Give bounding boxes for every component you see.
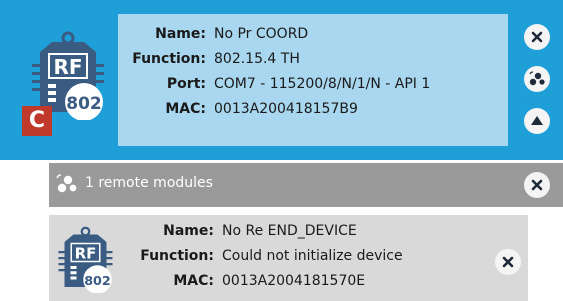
close-icon (502, 256, 514, 268)
field-key: Name: (155, 26, 206, 42)
remote-module-fields: Name: No Re END_DEVICE Function: Could n… (114, 219, 403, 294)
field-key: MAC: (173, 273, 214, 289)
field-key: MAC: (165, 101, 206, 117)
remove-remote-module-button[interactable] (495, 249, 521, 275)
local-module-card[interactable]: RF 802 C Name: No Pr COORD Function: 802… (0, 0, 563, 160)
field-value-name: No Re END_DEVICE (222, 223, 357, 239)
close-icon (531, 31, 543, 43)
remote-modules-count: 1 remote modules (85, 175, 213, 191)
remote-modules-header[interactable]: 1 remote modules (49, 163, 563, 207)
close-remote-list-button[interactable] (524, 172, 550, 198)
xbee-radio-icon: RF 802 (58, 226, 113, 293)
field-value-port: COM7 - 115200/8/N/1/N - API 1 (214, 76, 431, 92)
field-row-port: Port: COM7 - 115200/8/N/1/N - API 1 (120, 72, 430, 97)
field-row-name: Name: No Pr COORD (120, 22, 430, 47)
field-row-mac: MAC: 0013A2004181570E (114, 269, 403, 294)
coordinator-badge: C (22, 106, 52, 136)
discover-remote-icon (529, 71, 545, 86)
icon-protocol-label: 802 (84, 274, 111, 289)
field-value-name: No Pr COORD (214, 26, 309, 42)
field-value-mac: 0013A2004181570E (222, 273, 366, 289)
icon-rf-label: RF (53, 55, 82, 79)
field-key: Port: (166, 76, 206, 92)
remote-modules-icon (56, 174, 77, 193)
field-value-function: Could not initialize device (222, 248, 403, 264)
field-row-name: Name: No Re END_DEVICE (114, 219, 403, 244)
remove-module-button[interactable] (524, 24, 550, 50)
collapse-button[interactable] (524, 108, 550, 134)
field-row-function: Function: Could not initialize device (114, 244, 403, 269)
local-module-fields: Name: No Pr COORD Function: 802.15.4 TH … (120, 22, 430, 122)
close-icon (531, 179, 543, 191)
field-key: Function: (132, 51, 206, 67)
field-row-function: Function: 802.15.4 TH (120, 47, 430, 72)
field-row-mac: MAC: 0013A200418157B9 (120, 97, 430, 122)
icon-protocol-label: 802 (66, 94, 102, 114)
field-value-mac: 0013A200418157B9 (214, 101, 358, 117)
icon-rf-label: RF (75, 245, 97, 263)
remote-module-card[interactable]: RF 802 Name: No Re END_DEVICE Function: … (49, 215, 528, 301)
local-module-info: Name: No Pr COORD Function: 802.15.4 TH … (118, 14, 508, 146)
discover-remote-button[interactable] (524, 66, 550, 92)
field-key: Name: (163, 223, 214, 239)
collapse-up-icon (531, 116, 543, 125)
field-key: Function: (140, 248, 214, 264)
field-value-function: 802.15.4 TH (214, 51, 300, 67)
